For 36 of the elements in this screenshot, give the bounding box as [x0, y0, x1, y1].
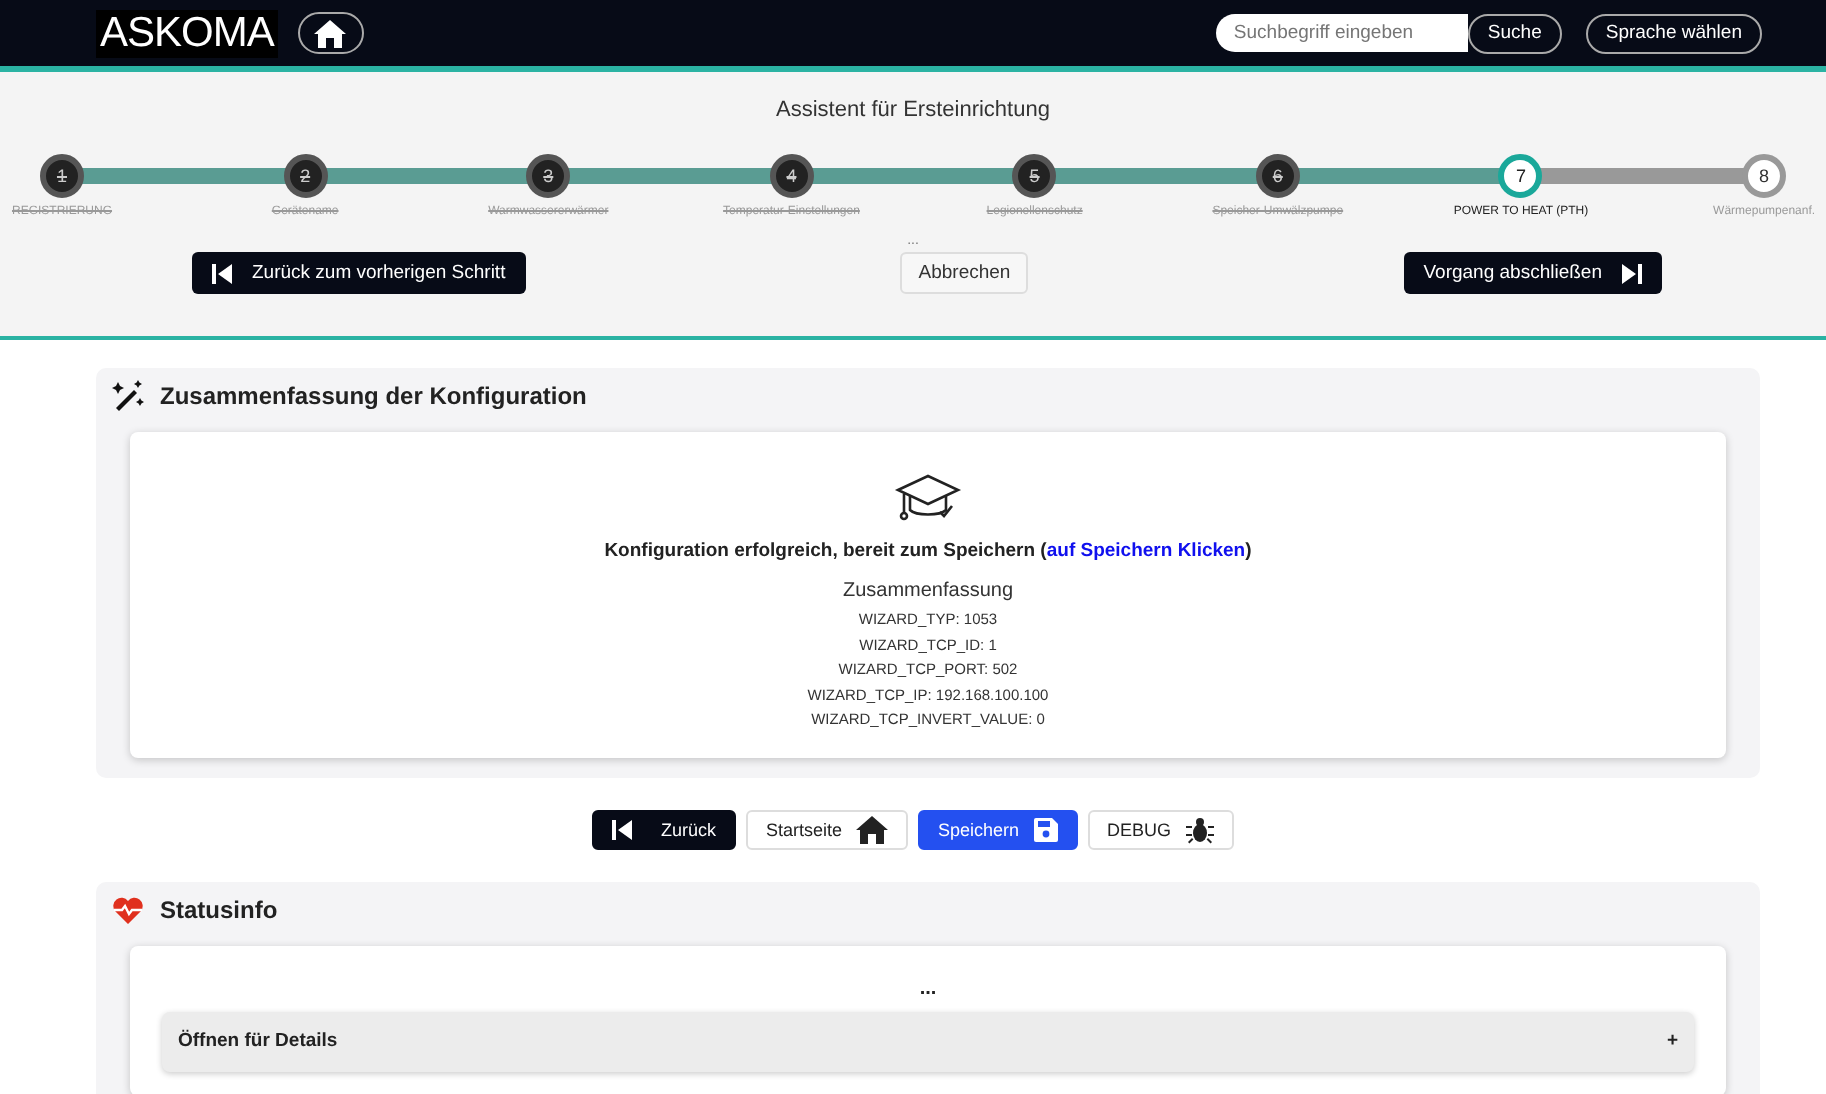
back-button[interactable]: Zurück — [592, 809, 736, 849]
save-button[interactable]: Speichern — [918, 809, 1078, 849]
step-circle[interactable]: 3 — [526, 154, 571, 198]
skip-forward-icon — [1622, 263, 1642, 283]
debug-button[interactable]: DEBUG — [1087, 809, 1234, 849]
panel-title: Statusinfo — [160, 895, 278, 923]
home-button[interactable]: Startseite — [745, 809, 908, 849]
panel-title: Zusammenfassung der Konfiguration — [160, 382, 587, 410]
step-circle[interactable]: 5 — [1012, 154, 1057, 198]
language-button[interactable]: Sprache wählen — [1585, 13, 1762, 53]
search-field[interactable]: Suchbegriff eingeben — [1215, 14, 1468, 52]
home-icon — [314, 19, 347, 47]
search-button[interactable]: Suche — [1467, 13, 1562, 53]
magic-wand-icon — [112, 380, 144, 412]
save-link[interactable]: auf Speichern Klicken — [1046, 540, 1246, 562]
home-button[interactable] — [297, 12, 364, 54]
step-circle[interactable]: 4 — [769, 154, 814, 198]
finish-button[interactable]: Vorgang abschließen — [1403, 252, 1662, 294]
loading-text: ... — [917, 977, 939, 999]
step-circle[interactable]: 6 — [1255, 154, 1300, 198]
step-circle[interactable]: 8 — [1742, 154, 1787, 198]
previous-step-button[interactable]: Zurück zum vorherigen Schritt — [192, 252, 526, 294]
wizard-title: Assistent für Ersteinrichtung — [774, 96, 1052, 126]
success-message: Konfiguration erfolgreich, bereit zum Speichern (auf Speichern Klicken) — [604, 540, 1252, 562]
skip-back-icon — [212, 263, 232, 283]
details-accordion[interactable]: Öffnen für Details + — [162, 1011, 1694, 1071]
heart-pulse-icon — [112, 895, 144, 923]
step-circle[interactable]: 7 — [1498, 154, 1543, 198]
skip-back-icon — [612, 819, 633, 839]
step-circle[interactable]: 1 — [40, 154, 84, 198]
summary-subtitle: Zusammenfassung — [842, 580, 1014, 602]
cancel-button[interactable]: Abbrechen — [900, 252, 1029, 294]
logo[interactable]: ASKOMA — [96, 9, 278, 57]
home-icon — [856, 815, 888, 843]
bug-icon — [1185, 815, 1214, 843]
step-circle[interactable]: 2 — [283, 154, 328, 198]
